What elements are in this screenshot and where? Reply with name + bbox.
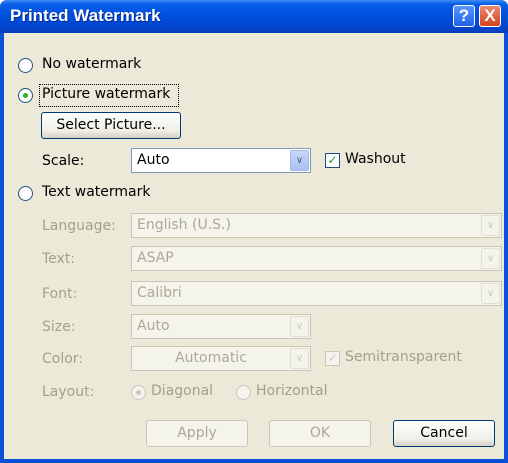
size-value: Auto bbox=[137, 318, 170, 334]
color-value: Automatic bbox=[175, 350, 247, 366]
text-label: Text: bbox=[42, 251, 76, 267]
chevron-down-icon[interactable]: ∨ bbox=[290, 348, 309, 369]
washout-label[interactable]: Washout bbox=[345, 151, 406, 167]
check-icon: ✓ bbox=[327, 351, 338, 365]
chevron-down-icon[interactable]: ∨ bbox=[290, 316, 309, 337]
close-button[interactable]: X bbox=[479, 5, 501, 27]
chevron-down-icon[interactable]: ∨ bbox=[481, 248, 500, 269]
scale-select[interactable]: Auto ∨ bbox=[131, 148, 311, 173]
text-watermark-radio[interactable] bbox=[18, 186, 33, 201]
horizontal-label[interactable]: Horizontal bbox=[256, 383, 327, 399]
help-icon: ? bbox=[458, 6, 470, 25]
size-label: Size: bbox=[42, 319, 76, 335]
close-icon: X bbox=[484, 6, 496, 25]
ok-button[interactable]: OK bbox=[269, 420, 371, 447]
language-select[interactable]: English (U.S.) ∨ bbox=[131, 213, 502, 238]
check-icon: ✓ bbox=[327, 153, 338, 167]
color-label: Color: bbox=[42, 351, 84, 367]
scale-value: Auto bbox=[137, 152, 170, 168]
dialog-window: Printed Watermark ? X No watermark Pictu… bbox=[0, 0, 508, 463]
help-button[interactable]: ? bbox=[453, 5, 475, 27]
chevron-down-icon[interactable]: ∨ bbox=[290, 150, 309, 171]
dialog-title: Printed Watermark bbox=[10, 6, 161, 25]
diagonal-radio[interactable] bbox=[131, 385, 146, 400]
cancel-button[interactable]: Cancel bbox=[393, 420, 495, 447]
chevron-down-icon[interactable]: ∨ bbox=[481, 283, 500, 304]
text-value: ASAP bbox=[137, 250, 174, 266]
title-bar[interactable]: Printed Watermark ? X bbox=[0, 0, 508, 33]
font-value: Calibri bbox=[137, 285, 182, 301]
semitransparent-label[interactable]: Semitransparent bbox=[345, 349, 462, 365]
horizontal-radio[interactable] bbox=[236, 385, 251, 400]
size-select[interactable]: Auto ∨ bbox=[131, 314, 311, 339]
select-picture-button[interactable]: Select Picture... bbox=[41, 112, 181, 139]
font-label: Font: bbox=[42, 286, 78, 302]
diagonal-label[interactable]: Diagonal bbox=[151, 383, 213, 399]
semitransparent-checkbox[interactable]: ✓ bbox=[325, 351, 340, 366]
scale-label: Scale: bbox=[42, 153, 85, 169]
picture-watermark-radio[interactable] bbox=[18, 88, 33, 103]
no-watermark-radio[interactable] bbox=[18, 58, 33, 73]
text-select[interactable]: ASAP ∨ bbox=[131, 246, 502, 271]
font-select[interactable]: Calibri ∨ bbox=[131, 281, 502, 306]
apply-button[interactable]: Apply bbox=[146, 420, 248, 447]
text-watermark-label[interactable]: Text watermark bbox=[42, 184, 151, 200]
language-value: English (U.S.) bbox=[137, 217, 231, 233]
chevron-down-icon[interactable]: ∨ bbox=[481, 215, 500, 236]
dialog-body: No watermark Picture watermark Select Pi… bbox=[4, 33, 504, 459]
no-watermark-label[interactable]: No watermark bbox=[42, 56, 141, 72]
washout-checkbox[interactable]: ✓ bbox=[325, 153, 340, 168]
language-label: Language: bbox=[42, 218, 116, 234]
picture-watermark-label[interactable]: Picture watermark bbox=[42, 86, 170, 102]
layout-label: Layout: bbox=[42, 384, 95, 400]
color-select[interactable]: Automatic ∨ bbox=[131, 346, 311, 371]
